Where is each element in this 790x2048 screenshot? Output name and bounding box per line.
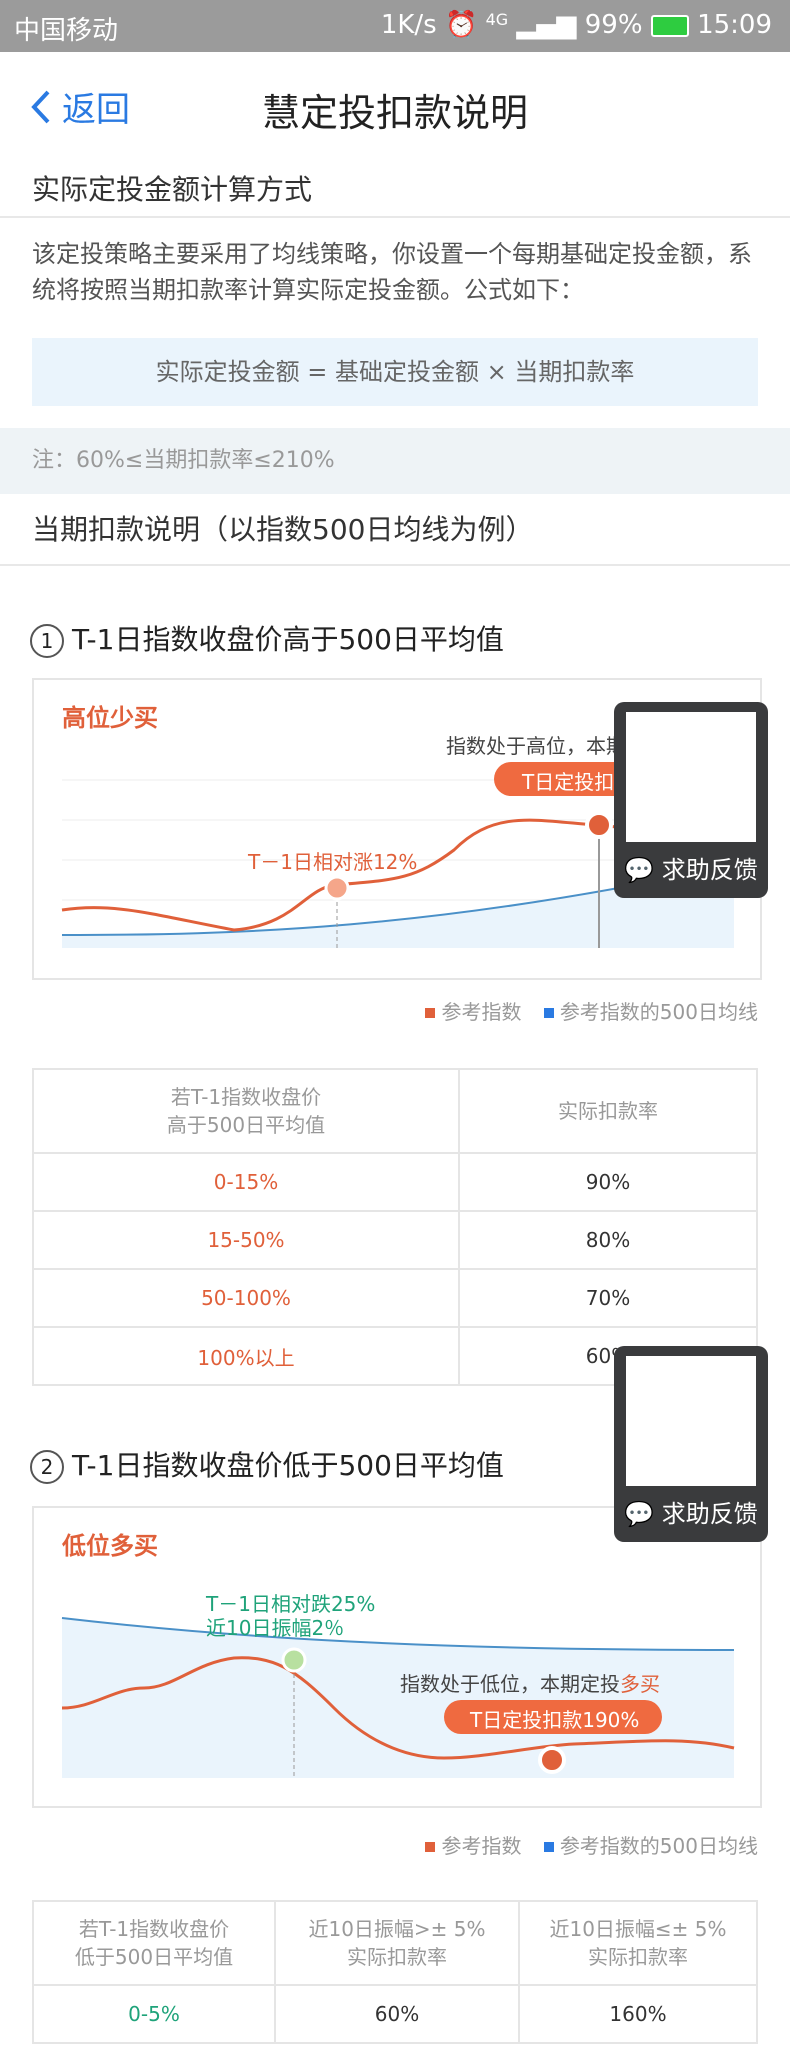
case1-number: 1	[30, 624, 64, 658]
legend-avg: 参考指数的500日均线	[559, 1834, 758, 1858]
case2-t-point	[538, 1746, 566, 1774]
case1-header-range: 若T-1指数收盘价 高于500日平均值	[32, 1068, 460, 1154]
feedback-button[interactable]: 💬 求助反馈	[614, 1346, 768, 1542]
legend-swatch-orange	[425, 1007, 436, 1018]
case2-header-low-text: 近10日振幅≤± 5% 实际扣款率	[549, 1917, 727, 1969]
section-title-calc: 实际定投金额计算方式	[32, 173, 313, 206]
section-title-deduct: 当期扣款说明（以指数500日均线为例）	[32, 513, 534, 546]
clock: 15:09	[697, 10, 772, 40]
feedback-label-text: 求助反馈	[661, 856, 758, 884]
case2-header-high-text: 近10日振幅>± 5% 实际扣款率	[308, 1917, 486, 1969]
rate-note: 注：60%≤当期扣款率≤210%	[0, 428, 790, 494]
feedback-label-text: 求助反馈	[661, 1500, 758, 1528]
signal-icon: ▂▄▆	[516, 10, 577, 40]
battery-percent: 99%	[584, 10, 643, 40]
case1-header-rate: 实际扣款率	[458, 1068, 758, 1154]
status-bar: 中国移动 1K/s ⏰ 4G ▂▄▆ 99% 15:09	[0, 0, 790, 52]
case2-title-text: T-1日指数收盘价低于500日平均值	[72, 1449, 504, 1482]
network-type: 4G	[485, 10, 509, 29]
alarm-icon: ⏰	[444, 10, 478, 40]
case2-title: 2 T-1日指数收盘价低于500日平均值	[30, 1444, 504, 1484]
case2-header-range: 若T-1指数收盘价 低于500日平均值	[32, 1900, 276, 1986]
table-cell: 70%	[458, 1268, 758, 1328]
case2-headline-a: 指数处于低位，本期定投	[400, 1672, 620, 1696]
feedback-thumbnail	[626, 1356, 756, 1486]
carrier-label: 中国移动	[14, 16, 119, 46]
case1-tag: 高位少买	[62, 704, 158, 732]
case1-rise-point	[324, 875, 350, 901]
feedback-thumbnail	[626, 712, 756, 842]
table-cell: 0-5%	[32, 1984, 276, 2044]
table-cell: 60%	[274, 1984, 520, 2044]
case1-title: 1 T-1日指数收盘价高于500日平均值	[30, 618, 504, 658]
table-cell: 160%	[518, 1984, 758, 2044]
table-cell: 100%以上	[32, 1326, 460, 1386]
chat-icon: 💬	[624, 1500, 655, 1528]
case2-headline: 指数处于低位，本期定投多买	[400, 1668, 660, 1697]
feedback-button[interactable]: 💬 求助反馈	[614, 702, 768, 898]
legend-avg: 参考指数的500日均线	[559, 1000, 758, 1024]
battery-icon	[650, 14, 689, 37]
case2-tag: 低位多买	[62, 1532, 158, 1560]
case2-header-range-text: 若T-1指数收盘价 低于500日平均值	[74, 1917, 234, 1969]
case1-header-range-text: 若T-1指数收盘价 高于500日平均值	[166, 1085, 326, 1137]
table-cell: 15-50%	[32, 1210, 460, 1270]
case2-headline-b: 多买	[620, 1672, 660, 1696]
case2-number: 2	[30, 1450, 64, 1484]
legend-index: 参考指数	[441, 1000, 522, 1024]
case1-t-point	[585, 811, 613, 839]
legend-index: 参考指数	[441, 1834, 522, 1858]
case2-header-low: 近10日振幅≤± 5% 实际扣款率	[518, 1900, 758, 1986]
chat-icon: 💬	[624, 856, 655, 884]
feedback-label: 💬 求助反馈	[614, 842, 768, 898]
case2-fall-point	[281, 1647, 307, 1673]
calc-description: 该定投策略主要采用了均线策略，你设置一个每期基础定投金额，系统将按照当期扣款率计…	[32, 240, 752, 304]
case2-chart: 低位多买 T－1日相对跌25% 近10日振幅2％ 指数处于低位，本期定投多买 T…	[32, 1506, 762, 1808]
table-cell: 0-15%	[32, 1152, 460, 1212]
table-cell: 90%	[458, 1152, 758, 1212]
page-title: 慧定投扣款说明	[261, 91, 528, 135]
case1-title-text: T-1日指数收盘价高于500日平均值	[72, 623, 504, 656]
case1-table: 若T-1指数收盘价 高于500日平均值 实际扣款率 0-15% 90% 15-50…	[32, 1068, 758, 1386]
legend-swatch-blue	[543, 1841, 554, 1852]
case2-legend: 参考指数 参考指数的500日均线	[409, 1830, 758, 1859]
case2-table: 若T-1指数收盘价 低于500日平均值 近10日振幅>± 5% 实际扣款率 近1…	[32, 1900, 758, 2044]
table-cell: 80%	[458, 1210, 758, 1270]
net-speed: 1K/s	[380, 10, 437, 40]
case1-legend: 参考指数 参考指数的500日均线	[409, 996, 758, 1025]
divider	[0, 216, 790, 218]
case2-avg-area	[62, 1618, 734, 1778]
divider	[0, 564, 790, 566]
case2-amplitude-annotation: 近10日振幅2％	[206, 1616, 345, 1640]
case1-rise-annotation: T－1日相对涨12%	[248, 850, 418, 874]
table-cell: 50-100%	[32, 1268, 460, 1328]
legend-swatch-orange	[425, 1841, 436, 1852]
case2-header-high: 近10日振幅>± 5% 实际扣款率	[274, 1900, 520, 1986]
case2-bubble-label: T日定投扣款190%	[470, 1708, 640, 1732]
legend-swatch-blue	[543, 1007, 554, 1018]
nav-bar: 返回 慧定投扣款说明	[0, 52, 790, 160]
status-right: 1K/s ⏰ 4G ▂▄▆ 99% 15:09	[381, 10, 772, 40]
feedback-label: 💬 求助反馈	[614, 1486, 768, 1542]
formula-box: 实际定投金额 = 基础定投金额 × 当期扣款率	[32, 338, 758, 406]
case1-headline: 指数处于高位，本期	[446, 734, 626, 758]
